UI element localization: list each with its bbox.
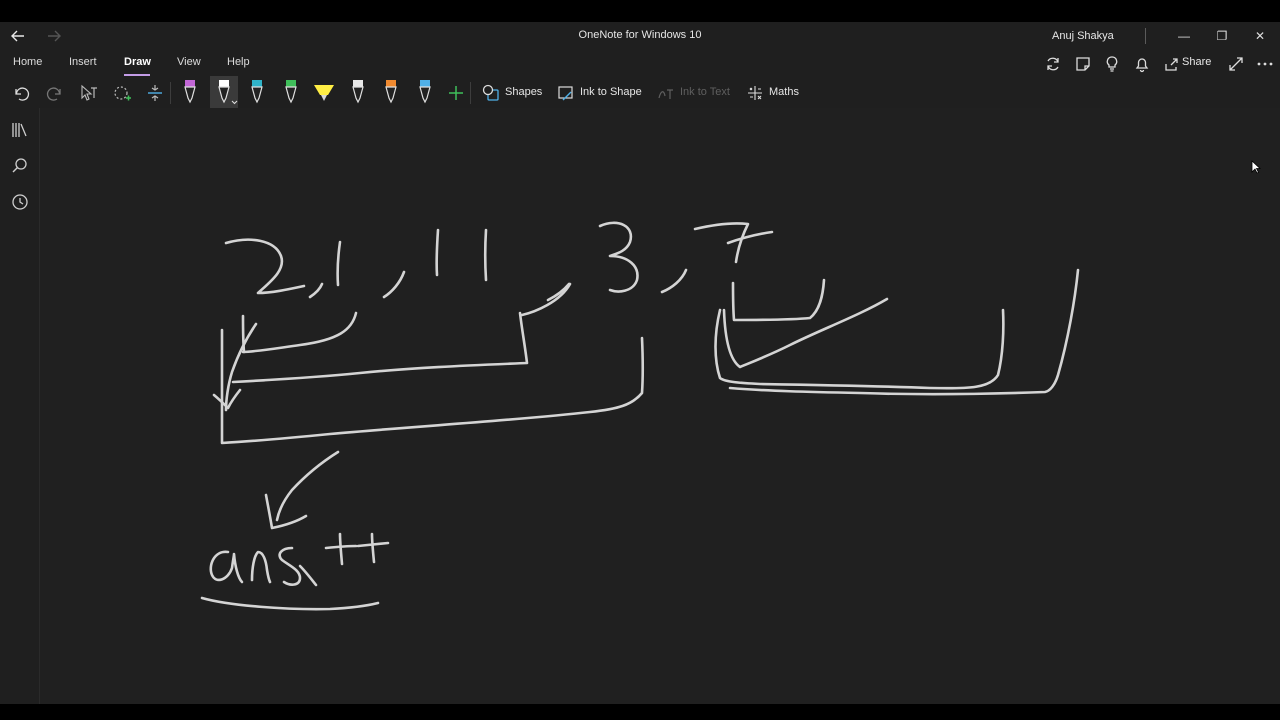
notebooks-button[interactable] [10, 120, 30, 140]
lasso-icon [114, 86, 131, 101]
redo-icon [46, 87, 61, 101]
share-icon-wrap[interactable] [1162, 54, 1182, 74]
navigation-sidebar [0, 108, 40, 704]
letterbox-top [0, 0, 1280, 22]
maths-button[interactable]: Maths [769, 86, 799, 98]
draw-toolbar: Shapes Ink to Shape Ink to Text Maths [0, 76, 1280, 108]
toolbar-separator [470, 82, 471, 104]
share-button[interactable]: Share [1182, 56, 1211, 68]
recent-notes-button[interactable] [10, 192, 30, 212]
maths-icon [748, 86, 762, 100]
pen-3[interactable] [243, 76, 271, 108]
ink-to-shape-button[interactable]: Ink to Shape [580, 86, 642, 98]
type-select-icon [81, 84, 97, 101]
maths-icon-wrap[interactable] [744, 82, 766, 104]
pen-icon [351, 80, 364, 104]
close-button[interactable]: ✕ [1245, 24, 1275, 48]
tab-view[interactable]: View [177, 56, 201, 68]
note-canvas[interactable] [40, 108, 1280, 704]
ink-to-text-icon [658, 89, 673, 99]
tab-insert[interactable]: Insert [69, 56, 97, 68]
title-separator [1145, 28, 1146, 44]
ink-to-text-button[interactable]: Ink to Text [680, 86, 730, 98]
redo-button[interactable] [44, 82, 66, 104]
select-text-button[interactable] [78, 82, 100, 104]
sync-button[interactable] [1043, 54, 1063, 74]
lasso-select-button[interactable] [111, 82, 133, 104]
notifications-button[interactable] [1132, 54, 1152, 74]
sticky-note-icon [1076, 57, 1090, 71]
recent-icon [12, 194, 28, 210]
fullscreen-button[interactable] [1226, 54, 1246, 74]
add-pen-button[interactable] [445, 82, 467, 104]
ink-to-text-icon-wrap[interactable] [655, 82, 677, 104]
ink-to-shape-icon-wrap[interactable] [555, 82, 577, 104]
share-icon [1165, 58, 1178, 71]
pen-icon [184, 80, 196, 104]
highlighter-icon [314, 85, 334, 101]
undo-button[interactable] [10, 82, 32, 104]
pen-7[interactable] [377, 76, 405, 108]
shapes-button[interactable]: Shapes [505, 86, 542, 98]
pen-icon [418, 80, 431, 104]
tab-draw[interactable]: Draw [124, 56, 151, 68]
tab-home[interactable]: Home [13, 56, 42, 68]
pen-icon [284, 80, 297, 104]
pen-icon [385, 80, 397, 104]
highlighter-5[interactable] [310, 76, 338, 108]
pen-4[interactable] [277, 76, 305, 108]
search-button[interactable] [10, 156, 30, 176]
tab-help[interactable]: Help [227, 56, 250, 68]
lightbulb-icon [1106, 56, 1118, 72]
pen-1[interactable] [176, 76, 204, 108]
sync-icon [1047, 57, 1059, 71]
shapes-icon-wrap[interactable] [480, 82, 502, 104]
shapes-icon [482, 84, 499, 101]
undo-icon [15, 87, 30, 101]
toolbar-separator [170, 82, 171, 104]
insert-space-icon [148, 85, 162, 101]
pen-icon [217, 80, 237, 105]
pen-8[interactable] [411, 76, 439, 108]
more-icon [1257, 62, 1273, 66]
more-options-button[interactable] [1255, 54, 1275, 74]
maximize-button[interactable]: ❐ [1207, 24, 1237, 48]
pen-6[interactable] [344, 76, 372, 108]
tell-me-button[interactable] [1102, 54, 1122, 74]
expand-icon [1229, 57, 1243, 71]
letterbox-bottom [0, 704, 1280, 720]
onenote-window: OneNote for Windows 10 Anuj Shakya — ❐ ✕… [0, 22, 1280, 704]
title-bar: OneNote for Windows 10 Anuj Shakya — ❐ ✕ [0, 22, 1280, 50]
pen-2[interactable] [209, 76, 238, 108]
plus-icon [449, 86, 463, 100]
ink-to-shape-icon [558, 86, 573, 101]
sticky-notes-button[interactable] [1073, 54, 1093, 74]
bell-icon [1135, 58, 1149, 73]
account-name[interactable]: Anuj Shakya [1052, 30, 1114, 42]
search-icon [12, 158, 27, 173]
pen-icon [251, 80, 263, 104]
add-space-button[interactable] [144, 82, 166, 104]
minimize-button[interactable]: — [1169, 24, 1199, 48]
notebooks-icon [12, 123, 27, 137]
mouse-cursor-icon [1251, 160, 1261, 174]
